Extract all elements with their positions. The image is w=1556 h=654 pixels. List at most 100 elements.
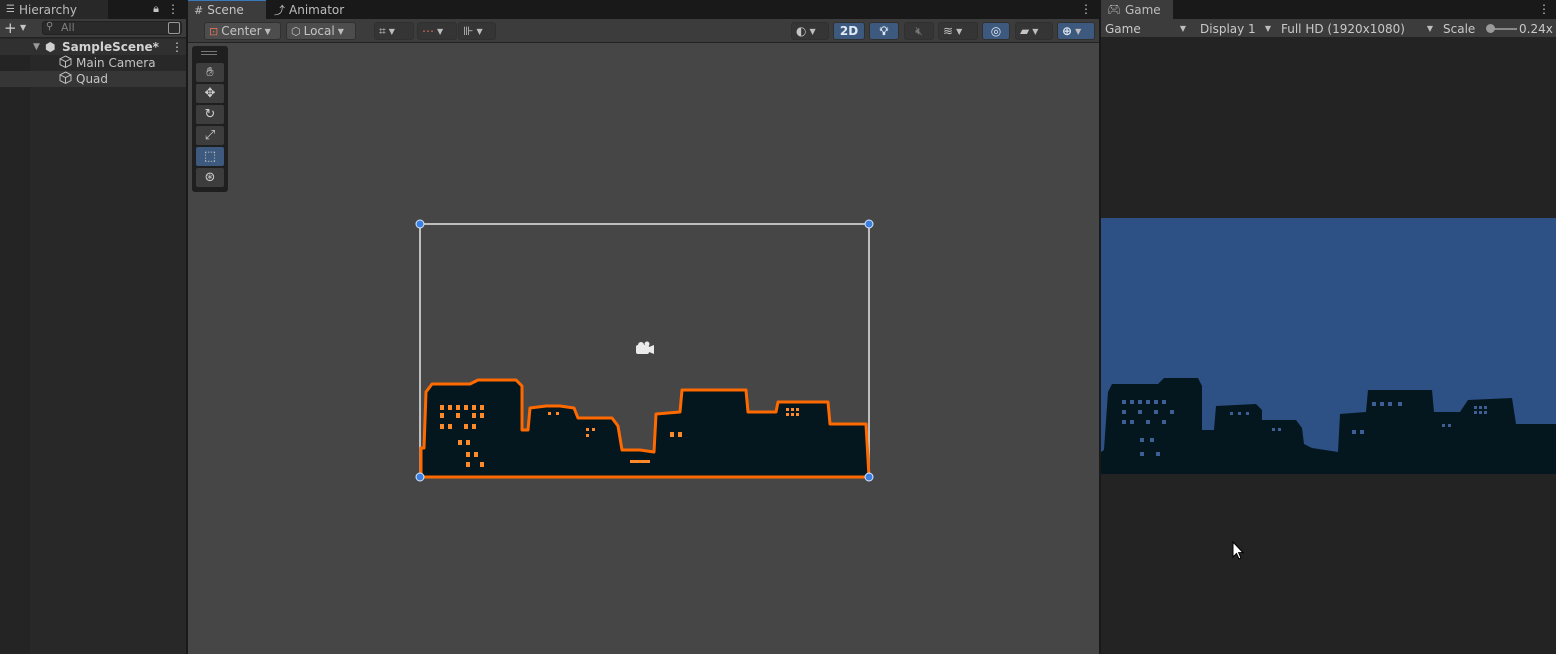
effects-dropdown[interactable]: ≋ ▼ (938, 22, 978, 40)
scene-menu-icon[interactable]: ⋮ (1080, 2, 1092, 16)
hierarchy-menu-icon[interactable]: ⋮ (167, 2, 179, 16)
local-icon: ⬡ (291, 24, 301, 38)
gameobject-cube-icon (59, 71, 72, 87)
unity-scene-icon: ⬢ (45, 40, 56, 54)
audio-mute-icon: 🔇︎ (915, 23, 923, 38)
chevron-down-icon: ▼ (388, 26, 395, 36)
tab-scene-label: Scene (207, 3, 244, 17)
chevron-down-icon: ▼ (956, 26, 963, 36)
city-silhouette (1101, 378, 1556, 474)
scene-row[interactable]: ▼ ⬢ SampleScene* ⋮ (0, 39, 186, 55)
eye-hidden-icon: ◎ (990, 24, 1002, 38)
game-tabbar: 🎮︎ Game ⋮ (1101, 0, 1556, 19)
scene-toolbar: ⊡ Center ▼ ⬡ Local ▼ ⌗ ▼ ⋯ ▼ ⊪ ▼ ◐ ▼ 2D … (188, 19, 1099, 43)
scale-control: Scale 0.24x (1443, 20, 1555, 37)
game-toolbar: Game ▼ Display 1 ▼ Full HD (1920x1080) ▼… (1101, 19, 1556, 38)
hierarchy-tree: ▼ ⬢ SampleScene* ⋮ Main Camera Quad (0, 39, 186, 87)
gizmos-dropdown[interactable]: ⊕ ▼ (1057, 22, 1095, 40)
display-select-label: Display 1 (1200, 21, 1256, 36)
pivot-label: Center (221, 24, 262, 38)
mode-2d-toggle[interactable]: 2D (833, 22, 865, 40)
camera-icon: ▰ (1020, 24, 1030, 38)
scene-menu-icon[interactable]: ⋮ (171, 40, 183, 54)
pivot-mode-dropdown[interactable]: ⊡ Center ▼ (204, 22, 281, 40)
gamepad-icon: 🎮︎ (1107, 3, 1121, 16)
chevron-down-icon: ▼ (1075, 26, 1082, 36)
search-input[interactable]: ⚲ All (42, 21, 182, 35)
list-item[interactable]: Main Camera (0, 55, 186, 71)
pivot-rotation-dropdown[interactable]: ⬡ Local ▼ (286, 22, 356, 40)
game-panel: 🎮︎ Game ⋮ Game ▼ Display 1 ▼ Full HD (19… (1101, 0, 1556, 654)
camera-dropdown[interactable]: ▰ ▼ (1015, 22, 1053, 40)
list-icon: ☰ (6, 4, 15, 15)
gizmo-globe-icon: ⊕ (1062, 24, 1073, 38)
resolution-select-label: Full HD (1920x1080) (1281, 21, 1405, 36)
audio-toggle[interactable]: 🔇︎ (904, 22, 934, 40)
item-label: Main Camera (76, 56, 156, 70)
create-button[interactable]: + (4, 20, 17, 36)
scene-panel: # Scene ⤴ Animator ⋮ ⊡ Center ▼ ⬡ Local … (188, 0, 1099, 654)
resolution-select[interactable]: Full HD (1920x1080) ▼ (1281, 20, 1437, 37)
scale-label: Scale (1443, 21, 1476, 36)
city-quad[interactable] (419, 378, 871, 479)
game-menu-icon[interactable]: ⋮ (1538, 2, 1550, 16)
chevron-down-icon: ▼ (1264, 24, 1271, 33)
chevron-down-icon: ▼ (264, 26, 271, 36)
space-label: Local (303, 24, 335, 38)
view-select-label: Game (1105, 21, 1141, 36)
effects-icon: ≋ (943, 24, 954, 38)
grid-icon: # (194, 3, 204, 17)
chevron-down-icon: ▼ (337, 26, 344, 36)
scene-viewport[interactable] (188, 44, 1099, 654)
camera-gizmo-icon[interactable] (636, 341, 654, 355)
animator-icon: ⤴ (274, 3, 285, 17)
scale-slider[interactable] (1486, 24, 1517, 33)
ruler-dropdown[interactable]: ⊪ ▼ (458, 22, 496, 40)
chevron-down-icon: ▼ (1032, 26, 1039, 36)
game-view[interactable] (1101, 218, 1556, 474)
grid-snap-icon: ⌗ (379, 23, 386, 38)
chevron-down-icon: ▼ (476, 26, 483, 36)
search-icon: ⚲ (46, 21, 54, 32)
tab-game[interactable]: 🎮︎ Game (1101, 0, 1173, 19)
mouse-cursor-icon (1232, 541, 1244, 560)
scale-value: 0.24x (1519, 21, 1553, 36)
chevron-down-icon: ▼ (1426, 24, 1433, 33)
chevron-down-icon: ▼ (809, 26, 816, 36)
tab-hierarchy-label: Hierarchy (18, 2, 77, 17)
chevron-down-icon: ▼ (1179, 24, 1186, 33)
list-item[interactable]: Quad (0, 71, 186, 87)
snap-icon: ⋯ (422, 24, 434, 38)
ruler-icon: ⊪ (463, 24, 474, 38)
tab-animator-label: Animator (289, 2, 345, 17)
tab-scene[interactable]: # Scene (188, 0, 266, 19)
mode-2d-label: 2D (839, 24, 859, 38)
hierarchy-panel: ☰ Hierarchy 🔒︎ ⋮ + ▼ ⚲ All ▼ ⬢ SampleSce… (0, 0, 186, 654)
item-label: Quad (76, 72, 109, 86)
lighting-toggle[interactable]: 💡︎ (869, 22, 899, 40)
increment-snap-dropdown[interactable]: ⋯ ▼ (417, 22, 457, 40)
draw-mode-dropdown[interactable]: ◐ ▼ (791, 22, 829, 40)
visibility-toggle[interactable]: ◎ (982, 22, 1010, 40)
grid-snap-dropdown[interactable]: ⌗ ▼ (374, 22, 414, 40)
display-select[interactable]: Display 1 ▼ (1200, 20, 1275, 37)
scene-tabbar: # Scene ⤴ Animator ⋮ (188, 0, 1099, 19)
tab-hierarchy[interactable]: ☰ Hierarchy (0, 0, 108, 19)
hierarchy-tabbar: ☰ Hierarchy 🔒︎ ⋮ (0, 0, 186, 19)
shading-icon: ◐ (796, 24, 807, 38)
scale-slider-thumb[interactable] (1486, 24, 1495, 33)
gameobject-cube-icon (59, 55, 72, 71)
hierarchy-gutter (0, 39, 30, 654)
chevron-down-icon[interactable]: ▼ (20, 23, 26, 32)
tab-animator[interactable]: ⤴ Animator (268, 0, 346, 19)
game-render (1101, 378, 1556, 474)
scene-name: SampleScene* (62, 40, 159, 54)
foldout-arrow-icon[interactable]: ▼ (33, 42, 40, 52)
view-select[interactable]: Game ▼ (1105, 20, 1190, 37)
tab-game-label: Game (1124, 2, 1161, 17)
lock-icon[interactable]: 🔒︎ (150, 2, 162, 16)
search-filter-icon[interactable] (168, 22, 180, 34)
hierarchy-toolbar: + ▼ ⚲ All (0, 19, 186, 38)
pivot-icon: ⊡ (209, 24, 219, 38)
search-placeholder: All (61, 21, 75, 34)
